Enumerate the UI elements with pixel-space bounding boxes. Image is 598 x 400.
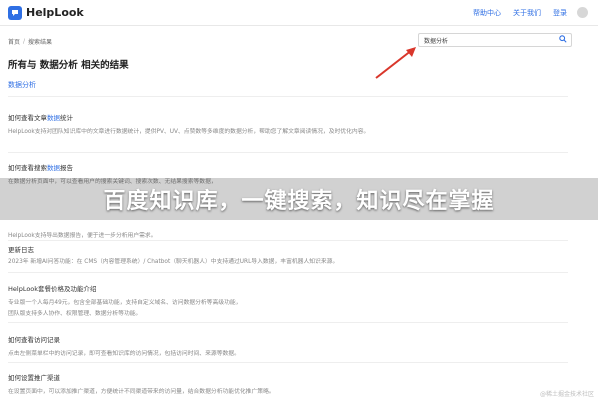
- divider: [8, 362, 568, 363]
- result-title[interactable]: 如何查看访问记录: [8, 334, 60, 344]
- divider: [8, 96, 568, 97]
- result-snippet: 专业版一个人每月49元，包含全部基础功能，支持自定义域名、访问数据分析等高级功能…: [8, 300, 242, 306]
- breadcrumb-separator: /: [23, 37, 26, 45]
- logo-icon: [8, 5, 22, 20]
- result-title[interactable]: 如何查看文章数据统计: [8, 112, 73, 122]
- overlay-banner: 百度知识库，一键搜索，知识尽在掌握: [0, 178, 598, 220]
- result-snippet: HelpLook支持对团队知识库中的文章进行数据统计，提供PV、UV、点赞数等多…: [8, 129, 370, 135]
- divider: [8, 240, 568, 241]
- logo-text: HelpLook: [26, 6, 84, 19]
- breadcrumb-home[interactable]: 首页: [8, 37, 20, 46]
- banner-text: 百度知识库，一键搜索，知识尽在掌握: [103, 189, 495, 214]
- nav-item-about[interactable]: 关于我们: [513, 8, 541, 18]
- result-snippet: 点击左侧菜单栏中的访问记录，即可查看知识库的访问情况，包括访问时间、来源等数据。: [8, 351, 240, 357]
- divider: [8, 272, 568, 273]
- divider: [8, 322, 568, 323]
- logo[interactable]: HelpLook: [8, 5, 84, 20]
- divider: [8, 152, 568, 153]
- top-bar: HelpLook 帮助中心 关于我们 登录: [0, 0, 598, 26]
- result-title[interactable]: 如何查看搜索数据报告: [8, 162, 73, 172]
- search-icon[interactable]: [559, 35, 567, 45]
- red-arrow-annotation: [375, 47, 416, 79]
- filter-tag[interactable]: 数据分析: [8, 80, 36, 90]
- breadcrumb-current: 搜索结果: [28, 38, 53, 46]
- result-snippet: 在设置页面中，可以添加推广渠道，方便统计不同渠道带来的访问量，结合数据分析功能优…: [8, 389, 275, 395]
- result-snippet: HelpLook支持导出数据报告，便于进一步分析用户需求。: [8, 233, 157, 239]
- nav-item-help-center[interactable]: 帮助中心: [473, 8, 501, 18]
- result-title[interactable]: HelpLook套餐价格及功能介绍: [8, 283, 97, 293]
- avatar[interactable]: [577, 7, 588, 18]
- result-snippet: 团队版支持多人协作、权限管理、数据分析等功能。: [8, 311, 142, 317]
- watermark: @稀土掘金技术社区: [539, 391, 594, 398]
- search-value: 数据分析: [424, 38, 449, 45]
- page-title: 所有与 数据分析 相关的结果: [8, 60, 129, 71]
- nav-item-login[interactable]: 登录: [553, 8, 567, 18]
- result-title[interactable]: 更新日志: [8, 244, 34, 254]
- search-input[interactable]: 数据分析: [418, 33, 572, 47]
- result-title[interactable]: 如何设置推广渠道: [8, 372, 60, 382]
- result-snippet: 2023年 新增AI问答功能：在 CMS（内容管理系统）/ Chatbot（聊天…: [8, 259, 339, 265]
- top-nav: 帮助中心 关于我们 登录: [473, 8, 567, 18]
